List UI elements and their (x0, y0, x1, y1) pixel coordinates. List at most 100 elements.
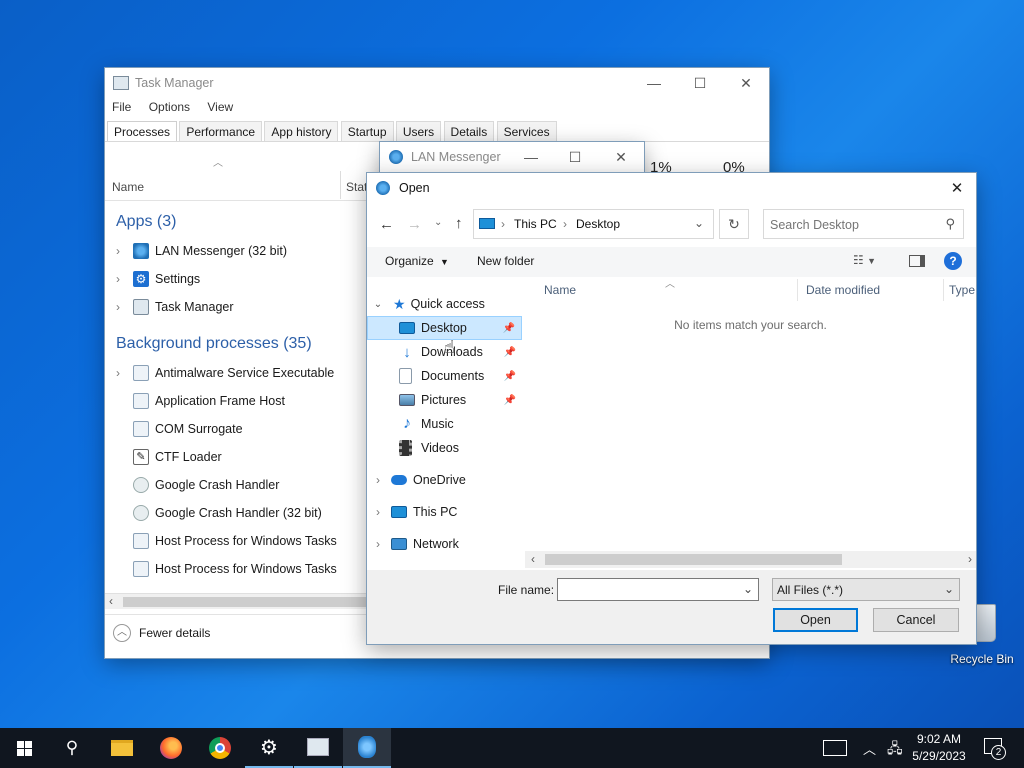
up-arrow-icon[interactable]: ↑ (455, 215, 463, 232)
process-row[interactable]: Host Process for Windows Tasks (105, 527, 337, 555)
expand-chevron-icon[interactable]: › (109, 244, 127, 258)
taskbar-firefox[interactable] (147, 728, 195, 768)
forward-arrow-icon[interactable]: → (407, 216, 422, 233)
process-row[interactable]: ✎ CTF Loader (105, 443, 222, 471)
process-row[interactable]: Host Process for Windows Tasks (105, 555, 337, 583)
search-box[interactable]: ⚲ (763, 209, 964, 239)
expand-chevron-icon[interactable]: › (109, 272, 127, 286)
taskbar-task-manager[interactable] (294, 728, 342, 768)
scrollbar-thumb[interactable] (123, 597, 367, 607)
file-name-input[interactable] (562, 582, 732, 598)
process-row[interactable]: Application Frame Host (105, 387, 285, 415)
expand-chevron-icon[interactable]: › (109, 300, 127, 314)
address-bar[interactable]: › This PC › Desktop ⌄ (473, 209, 714, 239)
column-header-type[interactable]: Type (949, 283, 975, 297)
minimize-button[interactable]: — (508, 142, 554, 172)
preview-pane-icon[interactable] (909, 255, 925, 267)
scrollbar-thumb[interactable] (545, 554, 842, 565)
taskbar-file-explorer[interactable] (98, 728, 146, 768)
expand-chevron-icon[interactable]: › (369, 473, 387, 487)
pin-icon[interactable]: 📌 (504, 395, 516, 406)
search-button[interactable]: ⚲ (48, 728, 96, 768)
nav-quick-access[interactable]: ⌄ ★ Quick access (367, 292, 522, 316)
close-button[interactable]: ✕ (723, 68, 769, 98)
nav-onedrive[interactable]: › OneDrive (367, 468, 522, 492)
recent-locations-chevron-icon[interactable]: ⌄ (434, 217, 442, 228)
taskbar-lan-messenger[interactable] (343, 728, 391, 768)
process-row[interactable]: › LAN Messenger (32 bit) (105, 237, 287, 265)
process-row[interactable]: › ⚙ Settings (105, 265, 200, 293)
clock-date[interactable]: 5/29/2023 (910, 749, 968, 763)
help-icon[interactable]: ? (944, 252, 962, 270)
column-header-name[interactable]: Name (544, 283, 576, 297)
nav-item-videos[interactable]: Videos (367, 436, 522, 460)
taskbar-chrome[interactable] (196, 728, 244, 768)
tab-performance[interactable]: Performance (179, 121, 263, 142)
view-options-icon[interactable]: ☷ ▼ (853, 253, 876, 267)
nav-network[interactable]: › Network (367, 532, 522, 556)
breadcrumb-desktop[interactable]: Desktop (576, 217, 620, 231)
nav-this-pc[interactable]: › This PC (367, 500, 522, 524)
organize-menu[interactable]: Organize ▼ (385, 254, 449, 268)
expand-chevron-icon[interactable]: › (369, 537, 387, 551)
scroll-right-arrow-icon[interactable]: › (968, 552, 972, 566)
expand-chevron-icon[interactable]: › (109, 366, 127, 380)
close-button[interactable]: ✕ (598, 142, 644, 172)
maximize-button[interactable]: ☐ (677, 68, 723, 98)
refresh-button[interactable]: ↻ (719, 209, 749, 239)
nav-item-pictures[interactable]: Pictures 📌 (367, 388, 522, 412)
taskbar-settings[interactable]: ⚙ (245, 728, 293, 768)
file-name-combobox[interactable]: ⌄ (557, 578, 759, 601)
task-manager-titlebar[interactable]: Task Manager — ☐ ✕ (105, 68, 769, 98)
file-list-pane[interactable]: ︿ Name Date modified Type No items match… (525, 277, 976, 570)
column-header-date-modified[interactable]: Date modified (806, 283, 880, 297)
breadcrumb-this-pc[interactable]: This PC (514, 217, 557, 231)
maximize-button[interactable]: ☐ (552, 142, 598, 172)
process-row[interactable]: › Antimalware Service Executable (105, 359, 334, 387)
process-row[interactable]: › Task Manager (105, 293, 234, 321)
pin-icon[interactable]: 📌 (503, 323, 515, 334)
nav-item-documents[interactable]: Documents 📌 (367, 364, 522, 388)
dropdown-chevron-icon[interactable]: ⌄ (743, 582, 753, 596)
show-hidden-icons-chevron-icon[interactable]: ︿ (863, 739, 876, 758)
horizontal-scrollbar[interactable]: ‹ › (525, 551, 976, 568)
close-button[interactable]: ✕ (938, 173, 976, 203)
fewer-details-button[interactable]: ︿ Fewer details (113, 624, 210, 642)
pin-icon[interactable]: 📌 (504, 347, 516, 358)
tab-services[interactable]: Services (496, 121, 557, 142)
process-row[interactable]: Google Crash Handler (32 bit) (105, 499, 322, 527)
collapse-chevron-icon[interactable]: ⌄ (369, 299, 387, 310)
column-header-status[interactable]: Stat (346, 180, 367, 194)
clock-time[interactable]: 9:02 AM (916, 732, 962, 746)
scroll-left-arrow-icon[interactable]: ‹ (531, 552, 535, 566)
address-dropdown-chevron-icon[interactable]: ⌄ (694, 216, 704, 230)
tab-users[interactable]: Users (395, 121, 442, 142)
tab-app-history[interactable]: App history (264, 121, 339, 142)
tab-startup[interactable]: Startup (340, 121, 394, 142)
nav-item-music[interactable]: ♪ Music (367, 412, 522, 436)
network-status-icon[interactable]: 🖧 (887, 738, 903, 762)
menu-view[interactable]: View (207, 100, 233, 114)
back-arrow-icon[interactable]: ← (379, 216, 394, 233)
expand-chevron-icon[interactable]: › (369, 505, 387, 519)
scroll-left-arrow-icon[interactable]: ‹ (109, 594, 113, 608)
tab-processes[interactable]: Processes (107, 121, 178, 142)
search-input[interactable] (770, 216, 930, 233)
column-header-name[interactable]: Name (112, 180, 144, 194)
horizontal-scrollbar[interactable]: ‹ (105, 593, 367, 609)
open-dialog-titlebar[interactable]: Open ✕ (367, 173, 976, 203)
file-type-select[interactable]: All Files (*.*) ⌄ (772, 578, 960, 601)
process-row[interactable]: Google Crash Handler (105, 471, 279, 499)
new-folder-button[interactable]: New folder (477, 254, 534, 268)
menu-options[interactable]: Options (149, 100, 190, 114)
open-button[interactable]: Open (773, 608, 858, 632)
lan-messenger-titlebar[interactable]: LAN Messenger — ☐ ✕ (380, 142, 644, 172)
cancel-button[interactable]: Cancel (873, 608, 959, 632)
start-button[interactable] (0, 728, 48, 768)
tab-details[interactable]: Details (443, 121, 495, 142)
process-row[interactable]: COM Surrogate (105, 415, 243, 443)
pin-icon[interactable]: 📌 (504, 371, 516, 382)
minimize-button[interactable]: — (631, 68, 677, 98)
menu-file[interactable]: File (112, 100, 131, 114)
news-widget-icon[interactable] (823, 740, 847, 756)
